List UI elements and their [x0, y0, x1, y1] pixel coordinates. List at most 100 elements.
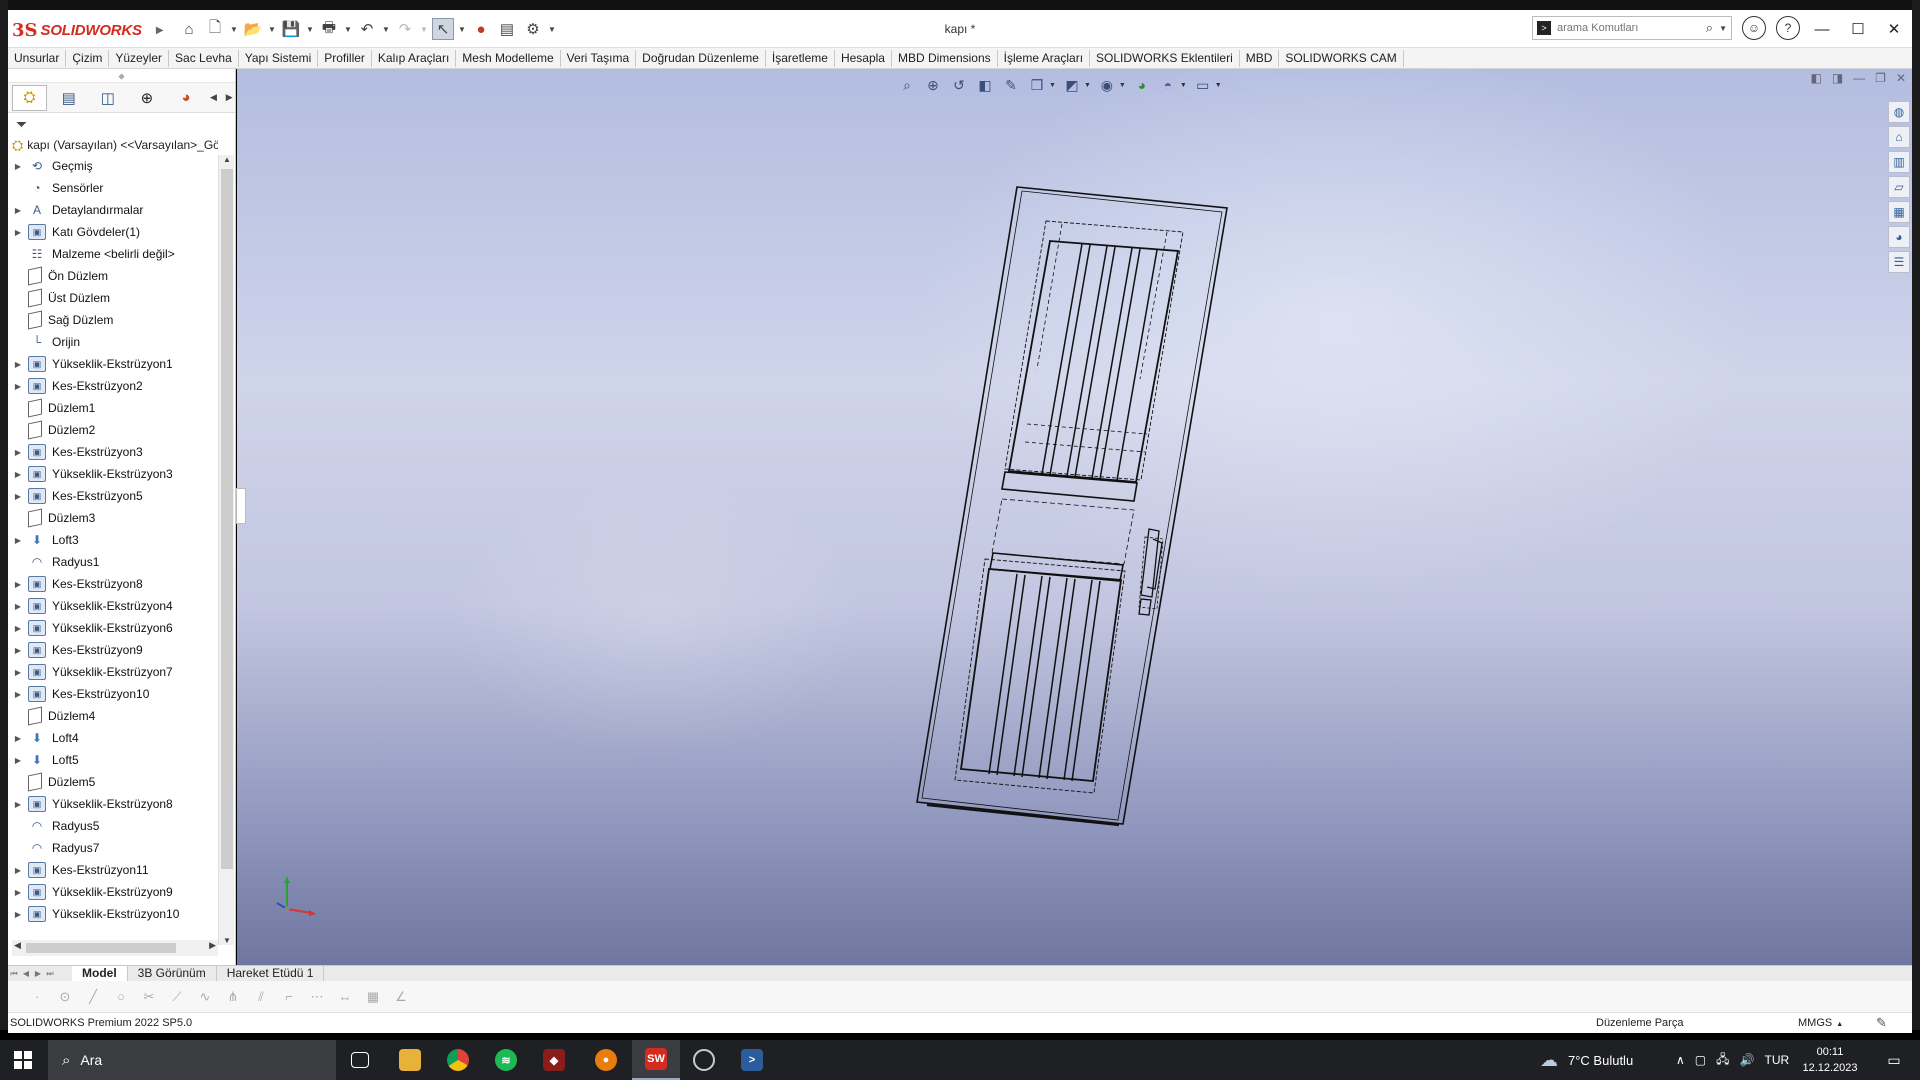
tree-item[interactable]: Düzlem5: [8, 771, 218, 793]
network-icon[interactable]: 🖧: [1716, 1050, 1729, 1071]
tab-dogrudan-duzenleme[interactable]: Doğrudan Düzenleme: [636, 49, 766, 67]
expand-arrow-icon[interactable]: ▶: [8, 382, 28, 391]
print-dropdown-icon[interactable]: ▼: [344, 25, 352, 34]
tab-unsurlar[interactable]: Unsurlar: [8, 49, 67, 67]
game-app[interactable]: ◆: [530, 1040, 578, 1080]
line-icon[interactable]: ╱: [84, 988, 102, 1006]
spotify-app[interactable]: ≋: [482, 1040, 530, 1080]
options-gear-icon[interactable]: ⚙: [522, 18, 544, 40]
expand-arrow-icon[interactable]: ▶: [8, 910, 28, 919]
tree-item[interactable]: ▶ A Detaylandırmalar: [8, 199, 218, 221]
expand-arrow-icon[interactable]: ▶: [8, 206, 28, 215]
tab-yuzeyler[interactable]: Yüzeyler: [109, 49, 170, 67]
tab-prev-icon[interactable]: ◀: [20, 969, 32, 978]
expand-arrow-icon[interactable]: ▶: [8, 470, 28, 479]
solidworks-taskbar-app[interactable]: SW: [632, 1040, 680, 1080]
panel-collapse-handle[interactable]: [236, 488, 246, 524]
tree-item[interactable]: ▶ ⟲ Geçmiş: [8, 155, 218, 177]
expand-arrow-icon[interactable]: ▶: [8, 646, 28, 655]
feature-manager-tab-icon[interactable]: ⛭: [12, 84, 48, 111]
point-icon[interactable]: ·: [28, 988, 46, 1006]
tree-item[interactable]: ▶ ⬇ Loft5: [8, 749, 218, 771]
mirror-icon[interactable]: ⋔: [224, 988, 242, 1006]
tree-item[interactable]: Düzlem3: [8, 507, 218, 529]
terminal-app[interactable]: >: [728, 1040, 776, 1080]
construction-icon[interactable]: ⋯: [308, 988, 326, 1006]
panel-grip[interactable]: ⬥: [8, 69, 235, 83]
maximize-button[interactable]: ☐: [1840, 14, 1876, 44]
tree-item[interactable]: ◠ Radyus1: [8, 551, 218, 573]
expand-arrow-icon[interactable]: ▶: [8, 800, 28, 809]
filter-funnel-icon[interactable]: ⏷: [16, 116, 27, 133]
language-indicator[interactable]: TUR: [1764, 1053, 1789, 1067]
expand-arrow-icon[interactable]: ▶: [8, 734, 28, 743]
display-manager-tab-icon[interactable]: ◕: [169, 85, 204, 111]
expand-arrow-icon[interactable]: ▶: [8, 492, 28, 501]
grid-icon[interactable]: ▦: [364, 988, 382, 1006]
tab-cizim[interactable]: Çizim: [66, 49, 110, 67]
expand-arrow-icon[interactable]: ▶: [8, 448, 28, 457]
tree-item[interactable]: Düzlem2: [8, 419, 218, 441]
expand-arrow-icon[interactable]: ▶: [8, 866, 28, 875]
tree-item[interactable]: ◠ Radyus5: [8, 815, 218, 837]
tab-mesh-modelleme[interactable]: Mesh Modelleme: [456, 49, 561, 67]
file-explorer-app[interactable]: [386, 1040, 434, 1080]
tabs-scroll-right-icon[interactable]: ▶: [223, 92, 235, 103]
tab-veri-tasima[interactable]: Veri Taşıma: [561, 49, 637, 67]
tree-item[interactable]: ▶ ▣ Kes-Ekstrüzyon2: [8, 375, 218, 397]
scroll-thumb[interactable]: [221, 169, 233, 869]
property-manager-tab-icon[interactable]: ▤: [51, 85, 86, 111]
tab-solidworks-cam[interactable]: SOLIDWORKS CAM: [1279, 49, 1404, 67]
tab-next-icon[interactable]: ▶: [32, 969, 44, 978]
show-hidden-icons-icon[interactable]: ∧: [1676, 1053, 1685, 1067]
hscroll-thumb[interactable]: [26, 943, 176, 953]
expand-arrow-icon[interactable]: ▶: [8, 690, 28, 699]
new-document-icon[interactable]: 🗋: [204, 18, 226, 40]
quick-tips-icon[interactable]: ✎: [1876, 1015, 1887, 1031]
tree-item[interactable]: Sağ Düzlem: [8, 309, 218, 331]
tree-item[interactable]: └ Orijin: [8, 331, 218, 353]
tree-item[interactable]: ▶ ▣ Kes-Ekstrüzyon9: [8, 639, 218, 661]
tree-item[interactable]: ▶ ▣ Yükseklik-Ekstrüzyon8: [8, 793, 218, 815]
menu-expand-icon[interactable]: ▶: [156, 25, 164, 36]
trim-icon[interactable]: ✂: [140, 988, 158, 1006]
offset-icon[interactable]: ⫽: [252, 988, 270, 1006]
tree-item[interactable]: ▶ ▣ Yükseklik-Ekstrüzyon6: [8, 617, 218, 639]
tab-model[interactable]: Model: [72, 966, 128, 981]
scroll-up-icon[interactable]: ▲: [219, 155, 235, 164]
tree-item[interactable]: ▶ ⬇ Loft4: [8, 727, 218, 749]
units-dropdown-icon[interactable]: ▲: [1836, 1021, 1843, 1028]
redo-dropdown-icon[interactable]: ▼: [420, 25, 428, 34]
tree-item[interactable]: ▶ ▣ Kes-Ekstrüzyon5: [8, 485, 218, 507]
open-dropdown-icon[interactable]: ▼: [268, 25, 276, 34]
tab-3d-view[interactable]: 3B Görünüm: [128, 966, 217, 981]
save-dropdown-icon[interactable]: ▼: [306, 25, 314, 34]
spline-icon[interactable]: ∿: [196, 988, 214, 1006]
unit-system-selector[interactable]: MMGS ▲: [1798, 1017, 1843, 1029]
meet-now-icon[interactable]: ▢: [1695, 1053, 1706, 1067]
dimension-icon[interactable]: ↔: [336, 988, 354, 1006]
minimize-button[interactable]: —: [1804, 14, 1840, 44]
tree-horizontal-scrollbar[interactable]: ◀ ▶: [12, 940, 218, 956]
dimxpert-manager-tab-icon[interactable]: ⊕: [129, 85, 164, 111]
notifications-icon[interactable]: ▭: [1876, 1040, 1912, 1080]
open-folder-icon[interactable]: 📂: [242, 18, 264, 40]
tab-mbd[interactable]: MBD: [1240, 49, 1280, 67]
tab-yapi-sistemi[interactable]: Yapı Sistemi: [239, 49, 319, 67]
configuration-manager-tab-icon[interactable]: ◫: [90, 85, 125, 111]
blender-app[interactable]: ●: [582, 1040, 630, 1080]
expand-arrow-icon[interactable]: ▶: [8, 888, 28, 897]
print-icon[interactable]: 🖶: [318, 18, 340, 40]
tab-kalip-araclari[interactable]: Kalıp Araçları: [372, 49, 457, 67]
rebuild-traffic-light-icon[interactable]: ●: [470, 18, 492, 40]
tree-item[interactable]: ▶ ⬇ Loft3: [8, 529, 218, 551]
expand-arrow-icon[interactable]: ▶: [8, 602, 28, 611]
tab-sac-levha[interactable]: Sac Levha: [169, 49, 239, 67]
tab-isaretleme[interactable]: İşaretleme: [766, 49, 835, 67]
door-wireframe-model[interactable]: [237, 69, 1912, 965]
tree-root[interactable]: ⛭ kapı (Varsayılan) <<Varsayılan>_Gö: [8, 135, 218, 155]
circle-icon[interactable]: ○: [112, 988, 130, 1006]
tree-item[interactable]: ▶ ▣ Kes-Ekstrüzyon8: [8, 573, 218, 595]
clock[interactable]: 00:11 12.12.2023: [1800, 1044, 1860, 1076]
tree-item[interactable]: Üst Düzlem: [8, 287, 218, 309]
